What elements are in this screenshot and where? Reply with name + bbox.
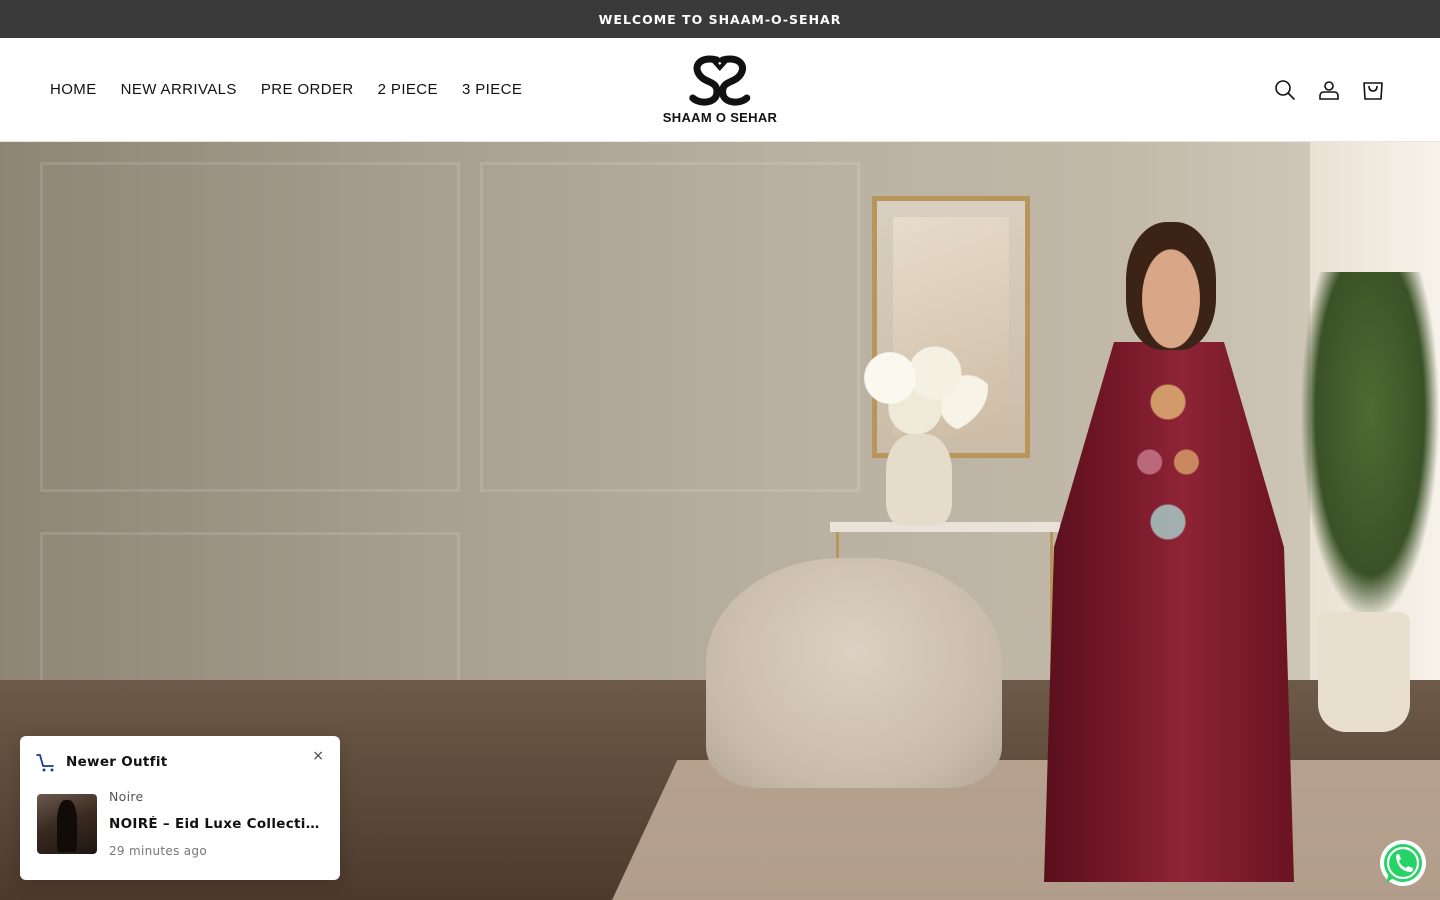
plant (1300, 272, 1440, 622)
nav-item-home[interactable]: HOME (50, 81, 97, 98)
armchair (706, 558, 1002, 788)
recent-purchase-popup[interactable]: Newer Outfit × Noire NOIRÉ – Eid Luxe Co… (20, 736, 340, 880)
popup-vendor: Noire (109, 789, 144, 804)
model-head (1126, 222, 1216, 350)
nav-item-2-piece[interactable]: 2 PIECE (378, 81, 438, 98)
site-header: HOME NEW ARRIVALS PRE ORDER 2 PIECE 3 PI… (0, 38, 1440, 142)
announcement-bar: WELCOME TO SHAAM-O-SEHAR (0, 0, 1440, 38)
account-icon[interactable] (1318, 79, 1340, 101)
nav-item-3-piece[interactable]: 3 PIECE (462, 81, 522, 98)
wall-panel (40, 162, 460, 492)
close-icon[interactable]: × (312, 748, 324, 764)
popup-product-link[interactable]: NOIRÉ – Eid Luxe Collection (109, 816, 321, 832)
popup-timestamp: 29 minutes ago (109, 844, 207, 858)
hydrangea-flowers (848, 338, 988, 438)
plant-pot (1318, 612, 1410, 732)
model-figure (1044, 222, 1294, 900)
logo-mark-icon (689, 55, 751, 106)
console-table (830, 522, 1060, 532)
cart-icon[interactable] (1362, 79, 1384, 101)
rug (602, 760, 1440, 900)
vase (886, 434, 952, 526)
dress-embroidery (1122, 362, 1214, 562)
site-logo[interactable]: SHAAM O SEHAR (663, 54, 777, 125)
product-thumbnail[interactable] (37, 794, 97, 854)
wall-panel (480, 162, 860, 492)
popup-header: Newer Outfit (36, 752, 168, 772)
whatsapp-icon[interactable] (1378, 838, 1428, 888)
announcement-text: WELCOME TO SHAAM-O-SEHAR (598, 11, 842, 27)
header-icons (1274, 38, 1384, 142)
shopping-cart-icon (36, 754, 54, 772)
search-icon[interactable] (1274, 79, 1296, 101)
nav-item-new-arrivals[interactable]: NEW ARRIVALS (121, 81, 237, 98)
main-nav: HOME NEW ARRIVALS PRE ORDER 2 PIECE 3 PI… (0, 81, 522, 98)
popup-title: Newer Outfit (66, 754, 168, 770)
logo-text: SHAAM O SEHAR (662, 110, 778, 125)
nav-item-pre-order[interactable]: PRE ORDER (261, 81, 354, 98)
